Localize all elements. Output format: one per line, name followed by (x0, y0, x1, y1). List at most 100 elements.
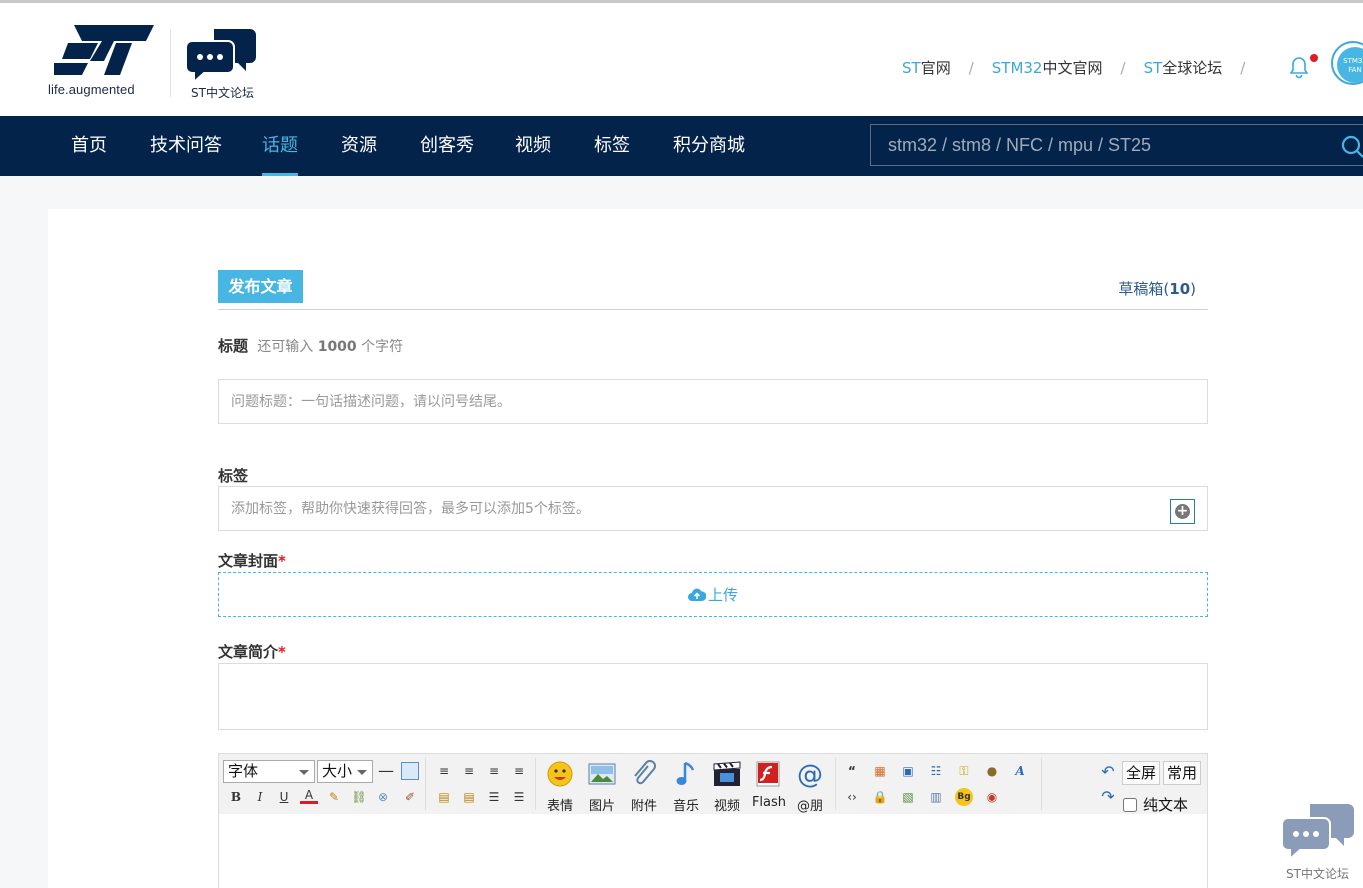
font-family-select[interactable]: 字体 (223, 760, 315, 783)
nav-tags[interactable]: 标签 (594, 116, 630, 176)
plus-icon: + (1175, 503, 1190, 519)
st-logo[interactable]: life.augmented (48, 25, 158, 103)
index-icon[interactable]: ☷ (927, 762, 945, 780)
top-links: ST官网 / STM32中文官网 / ST全球论坛 / (902, 57, 1263, 78)
plaintext-toggle[interactable]: 纯文本 (1123, 794, 1188, 815)
mention-button[interactable]: @ @朋 (791, 760, 829, 814)
key-icon[interactable]: ⚿ (955, 762, 973, 780)
underline-icon[interactable]: U (275, 788, 293, 806)
link-stm32-cn[interactable]: STM32中文官网 (992, 57, 1103, 78)
font-style-icon[interactable]: A (1011, 762, 1029, 780)
toolbar-divider (535, 758, 536, 810)
smiley-icon (547, 761, 573, 787)
align-justify-icon[interactable]: ≡ (510, 762, 528, 780)
link-separator: / (1120, 58, 1126, 77)
undo-icon[interactable]: ↶ (1099, 763, 1117, 781)
align-right-icon[interactable]: ≡ (485, 762, 503, 780)
flash-button[interactable]: Flash (750, 760, 788, 810)
background-icon[interactable]: Bg (955, 788, 973, 806)
forum-logo[interactable]: ST中文论坛 (185, 27, 266, 101)
drafts-link[interactable]: 草稿箱(10) (1118, 278, 1196, 299)
plaintext-checkbox[interactable] (1123, 797, 1137, 812)
nav-resources[interactable]: 资源 (341, 116, 377, 176)
text-color-icon[interactable]: A (300, 786, 318, 804)
nav-maker-show[interactable]: 创客秀 (420, 116, 474, 176)
forum-logo-label: ST中文论坛 (191, 86, 254, 100)
free-icon[interactable]: ▦ (871, 762, 889, 780)
summary-label: 文章简介* (218, 643, 286, 661)
table-icon[interactable] (401, 762, 419, 780)
attachment-button[interactable]: 附件 (625, 760, 663, 814)
highlight-icon[interactable]: ✎ (325, 788, 343, 806)
nav-home[interactable]: 首页 (71, 116, 107, 176)
align-center-icon[interactable]: ≡ (460, 762, 478, 780)
code-icon[interactable]: ‹› (843, 788, 861, 806)
search-box (870, 124, 1363, 166)
add-tag-button[interactable]: + (1170, 499, 1195, 524)
title-input[interactable] (219, 380, 1207, 423)
tags-field: + (218, 486, 1208, 531)
cover-label: 文章封面* (218, 552, 286, 570)
st-tagline: life.augmented (48, 82, 135, 97)
ordered-list-icon[interactable]: ☰ (485, 788, 503, 806)
download-image-icon[interactable]: ▧ (899, 788, 917, 806)
image-icon (588, 763, 616, 785)
upload-cover-button[interactable]: 上传 (218, 572, 1208, 617)
music-note-icon (676, 761, 695, 785)
float-right-icon[interactable]: ▤ (460, 788, 478, 806)
user-avatar[interactable]: STM32 FAN (1331, 41, 1363, 85)
link-st-official[interactable]: ST官网 (902, 57, 951, 78)
clear-format-icon[interactable]: ✐ (401, 788, 419, 806)
quote-icon[interactable]: “ (843, 762, 861, 780)
unordered-list-icon[interactable]: ☰ (510, 788, 528, 806)
chat-bubbles-icon (1281, 804, 1354, 862)
toolbar-divider (1041, 758, 1042, 810)
search-icon[interactable] (1340, 134, 1363, 158)
paperclip-icon (634, 760, 656, 785)
hide-icon[interactable]: ● (983, 762, 1001, 780)
drafts-count: 10 (1169, 280, 1191, 298)
bell-icon[interactable] (1288, 55, 1310, 79)
avatar-text: STM32 FAN (1337, 47, 1363, 83)
nav-topics[interactable]: 话题 (262, 116, 298, 176)
bold-icon[interactable]: B (227, 788, 245, 806)
search-input[interactable] (871, 125, 1331, 165)
float-left-icon[interactable]: ▤ (435, 788, 453, 806)
unlink-icon[interactable]: ⊗ (374, 788, 392, 806)
summary-textarea[interactable] (219, 664, 1207, 729)
qq-icon[interactable]: ◉ (983, 788, 1001, 806)
image-button[interactable]: 图片 (583, 760, 621, 814)
page-icon[interactable]: ▣ (899, 762, 917, 780)
video-button[interactable]: 视频 (708, 760, 746, 814)
floating-forum-logo[interactable]: ST中文论坛 (1280, 800, 1363, 888)
columns-icon[interactable]: ▥ (927, 788, 945, 806)
required-mark: * (278, 643, 286, 661)
link-st-global-forum[interactable]: ST全球论坛 (1144, 57, 1223, 78)
nav-videos[interactable]: 视频 (515, 116, 551, 176)
font-size-select[interactable]: 大小 (317, 760, 373, 783)
nav-tech-qa[interactable]: 技术问答 (150, 116, 222, 176)
st-logo-mark-icon (54, 25, 154, 75)
nav-points-mall[interactable]: 积分商城 (673, 116, 745, 176)
flash-icon (756, 761, 780, 787)
floating-logo-label: ST中文论坛 (1286, 867, 1349, 881)
redo-icon[interactable]: ↷ (1099, 788, 1117, 806)
lock-icon[interactable]: 🔒 (871, 788, 889, 806)
fullscreen-button[interactable]: 全屏 (1122, 761, 1161, 785)
site-header: life.augmented ST中文论坛 ST官网 / STM32中文官网 /… (0, 3, 1363, 116)
tags-input[interactable] (219, 487, 1207, 530)
upload-label: 上传 (707, 586, 738, 604)
music-button[interactable]: 音乐 (667, 760, 705, 814)
title-label: 标题 还可输入 1000 个字符 (218, 337, 404, 355)
cloud-upload-icon (687, 588, 706, 601)
emoji-button[interactable]: 表情 (541, 760, 579, 814)
italic-icon[interactable]: I (251, 788, 269, 806)
common-button[interactable]: 常用 (1163, 761, 1202, 785)
at-sign-icon: @ (797, 760, 823, 790)
horizontal-rule-icon[interactable]: — (377, 762, 395, 780)
toolbar-divider (425, 758, 426, 810)
title-char-hint: 还可输入 1000 个字符 (257, 339, 404, 355)
link-icon[interactable]: ⛓ (350, 788, 368, 806)
align-left-icon[interactable]: ≡ (435, 762, 453, 780)
tab-publish-article[interactable]: 发布文章 (218, 270, 303, 303)
